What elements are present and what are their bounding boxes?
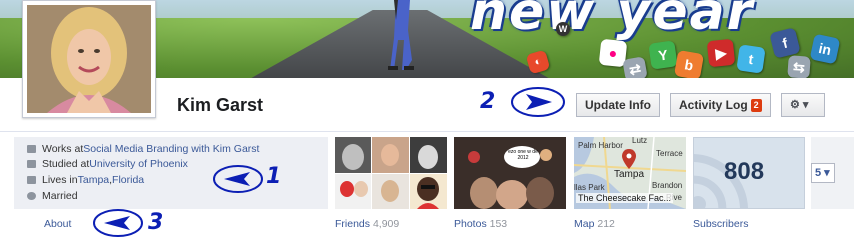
map-place-lutz: Lutz (632, 137, 648, 145)
map-place-tampa: Tampa (614, 169, 645, 180)
heart-icon (27, 192, 36, 200)
profile-picture[interactable] (22, 0, 156, 118)
studied-at-row: Studied at University of Phoenix (27, 158, 188, 170)
photos-count: 153 (489, 218, 508, 230)
map-count: 212 (597, 218, 615, 230)
blogger-icon: b (673, 49, 705, 78)
annotation-number-3: 3 (148, 210, 164, 235)
subscribers-tile[interactable]: 808 (693, 137, 805, 209)
subscribers-link[interactable]: Subscribers (693, 218, 748, 230)
map-place-brandon: Brandon (652, 181, 683, 190)
twitter-icon: t (736, 44, 766, 74)
map-place-palm-harbor: Palm Harbor (578, 141, 623, 150)
graduation-cap-icon (27, 160, 36, 168)
photos-link[interactable]: Photos 153 (454, 218, 507, 230)
lives-state-link[interactable]: Florida (112, 174, 144, 186)
works-at-row: Works at Social Media Branding with Kim … (27, 143, 259, 155)
share-alt-icon: ⇆ (787, 55, 811, 78)
map-pin-label: The Cheesecake Fac... (576, 193, 674, 203)
friends-link[interactable]: Friends 4,909 (335, 218, 399, 230)
photos-preview (454, 137, 566, 209)
wordpress-icon: W (556, 22, 570, 36)
annotation-arrow-right (511, 87, 565, 117)
youtube-icon: ▶ (706, 38, 736, 68)
works-at-link[interactable]: Social Media Branding with Kim Garst (83, 143, 259, 155)
settings-dropdown-button[interactable]: ⚙ ▾ (781, 93, 825, 117)
friends-collage (335, 137, 447, 209)
cover-figure (388, 0, 414, 70)
friends-count: 4,909 (372, 218, 400, 230)
subscribers-count: 808 (724, 158, 765, 185)
photos-tile[interactable]: ezo one w de 2012 (454, 137, 566, 209)
annotation-number-2: 2 (480, 89, 496, 114)
house-icon (27, 176, 36, 184)
cover-headline: new year (470, 0, 755, 42)
activity-log-badge: 2 (750, 99, 762, 112)
update-info-button[interactable]: Update Info (576, 93, 660, 117)
map-tile[interactable]: Palm Harbor Lutz Terrace Tampa Brandon l… (574, 137, 686, 209)
about-link[interactable]: About (44, 218, 71, 230)
map-place-pinellas-park: llas Park (574, 183, 605, 192)
map-pin-icon (622, 149, 636, 169)
map-link[interactable]: Map 212 (574, 218, 615, 230)
activity-log-label: Activity Log (679, 98, 748, 112)
profile-name[interactable]: Kim Garst (177, 95, 263, 116)
profile-photo (27, 5, 151, 113)
photo-speech-bubble: ezo one w de 2012 (508, 149, 538, 161)
share-icon: ⇄ (622, 56, 648, 78)
activity-log-button[interactable]: Activity Log 2 (670, 93, 771, 117)
profile-person (27, 5, 151, 113)
linkedin-icon: in (809, 33, 841, 65)
lives-in-row: Lives in Tampa, Florida (27, 174, 144, 186)
studied-at-link[interactable]: University of Phoenix (89, 158, 188, 170)
map-place-terrace: Terrace (656, 149, 683, 158)
annotation-number-1: 1 (266, 164, 282, 189)
briefcase-icon (27, 145, 36, 153)
lives-city-link[interactable]: Tampa (78, 174, 110, 186)
yelp-icon: Y (648, 40, 678, 70)
relationship-row: Married (27, 190, 78, 202)
annotation-arrow-left-3 (93, 209, 143, 237)
annotation-arrow-left-1 (213, 165, 263, 193)
tiles-pager-dropdown[interactable]: 5 ▾ (811, 163, 835, 183)
friends-tile[interactable] (335, 137, 447, 209)
